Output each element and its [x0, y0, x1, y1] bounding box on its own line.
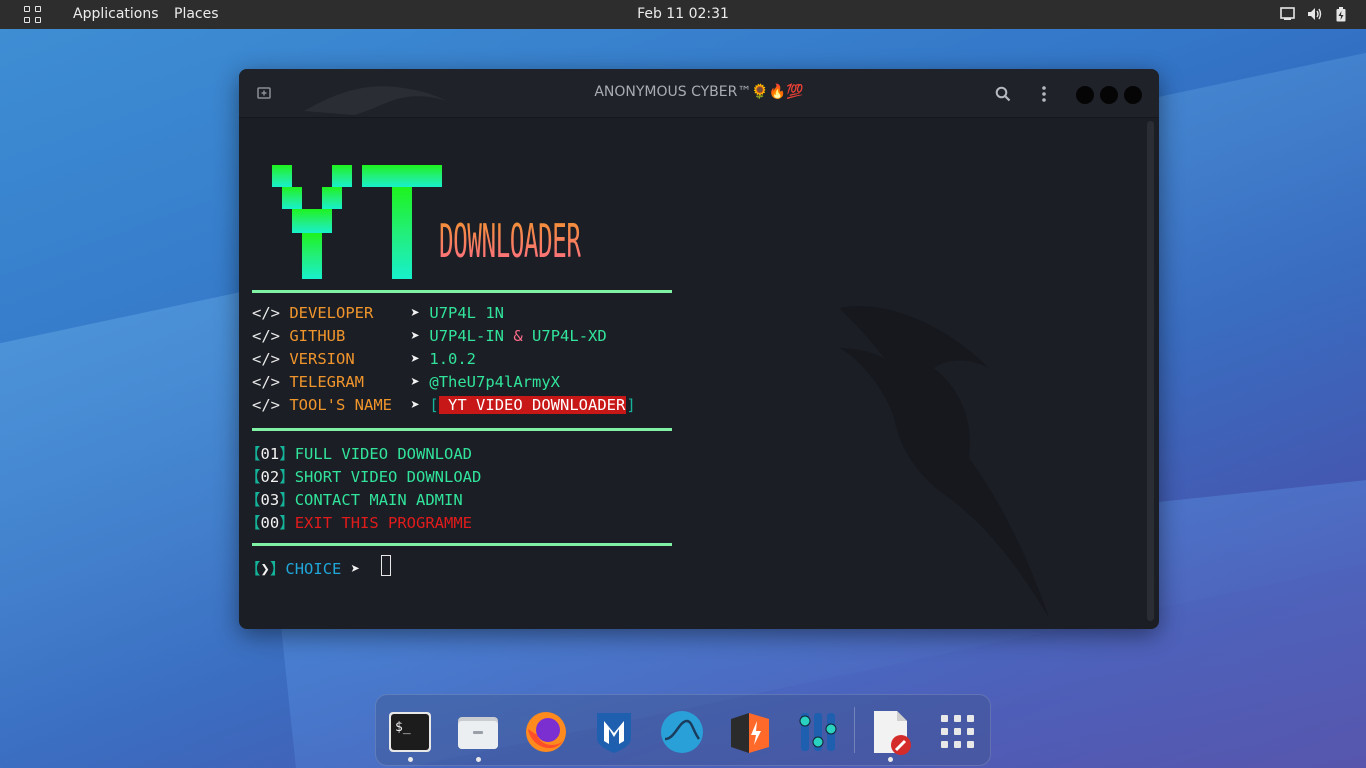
choice-prompt[interactable]: 【❯】CHOICE ➤	[245, 557, 369, 579]
volume-icon[interactable]	[1307, 7, 1323, 21]
dock-divider	[854, 707, 855, 753]
menu-option-02[interactable]: 【02】SHORT VIDEO DOWNLOAD	[245, 465, 481, 487]
menu-option-01[interactable]: 【01】FULL VIDEO DOWNLOAD	[245, 442, 472, 464]
settings-mixer-icon[interactable]	[795, 709, 841, 755]
app-grid-icon[interactable]	[935, 709, 981, 755]
dragon-watermark	[839, 306, 1049, 618]
info-version: </> VERSION ➤ 1.0.2	[252, 350, 477, 368]
text-cursor[interactable]	[381, 555, 391, 576]
dragon-logo-watermark	[304, 86, 447, 115]
minimize-button[interactable]	[1076, 86, 1094, 104]
window-title: ANONYMOUS CYBER™🌻🔥💯	[594, 84, 804, 100]
banner-downloader-text: DOWNLOADER	[439, 214, 581, 268]
running-indicator	[888, 757, 893, 762]
files-icon[interactable]	[455, 709, 501, 755]
close-button[interactable]	[1124, 86, 1142, 104]
info-github: </> GITHUB ➤ U7P4L-IN & U7P4L-XD	[252, 327, 607, 345]
menu-option-03[interactable]: 【03】CONTACT MAIN ADMIN	[245, 488, 463, 510]
applications-menu[interactable]: Applications	[73, 6, 159, 22]
scrollbar[interactable]	[1147, 121, 1154, 621]
new-tab-icon[interactable]	[257, 86, 271, 100]
separator-line	[252, 428, 672, 431]
terminal-content[interactable]: DOWNLOADER </> DEVELOPER ➤ U7P4L 1N </> …	[239, 118, 1147, 629]
svg-text:$_: $_	[395, 720, 411, 735]
terminal-icon[interactable]: $_	[387, 709, 433, 755]
yt-banner-logo	[272, 165, 442, 279]
menu-option-00[interactable]: 【00】EXIT THIS PROGRAMME	[245, 511, 472, 533]
text-editor-icon[interactable]	[867, 709, 913, 755]
firefox-icon[interactable]	[523, 709, 569, 755]
display-icon[interactable]	[1280, 7, 1295, 21]
info-developer: </> DEVELOPER ➤ U7P4L 1N	[252, 304, 505, 322]
top-panel: Applications Places Feb 11 02:31	[0, 0, 1366, 29]
separator-line	[252, 543, 672, 546]
terminal-window[interactable]: ANONYMOUS CYBER™🌻🔥💯 DOWNLOADER </> DEVEL…	[239, 69, 1159, 629]
running-indicator	[408, 757, 413, 762]
wireshark-icon[interactable]	[659, 709, 705, 755]
running-indicator	[476, 757, 481, 762]
battery-icon[interactable]	[1336, 7, 1346, 22]
separator-line	[252, 290, 672, 293]
tool-name-badge: YT VIDEO DOWNLOADER	[438, 396, 627, 414]
burpsuite-icon[interactable]	[727, 709, 773, 755]
metasploit-icon[interactable]	[591, 709, 637, 755]
search-icon[interactable]	[995, 86, 1011, 102]
dock: $_	[375, 694, 991, 766]
kebab-menu-icon[interactable]	[1041, 85, 1047, 103]
window-titlebar[interactable]: ANONYMOUS CYBER™🌻🔥💯	[239, 69, 1159, 118]
maximize-button[interactable]	[1100, 86, 1118, 104]
info-tool-name: </> TOOL'S NAME ➤ [ YT VIDEO DOWNLOADER]	[252, 396, 636, 414]
activities-grid-icon[interactable]	[24, 6, 42, 24]
info-telegram: </> TELEGRAM ➤ @TheU7p4lArmyX	[252, 373, 561, 391]
places-menu[interactable]: Places	[174, 6, 219, 22]
clock[interactable]: Feb 11 02:31	[637, 6, 729, 22]
